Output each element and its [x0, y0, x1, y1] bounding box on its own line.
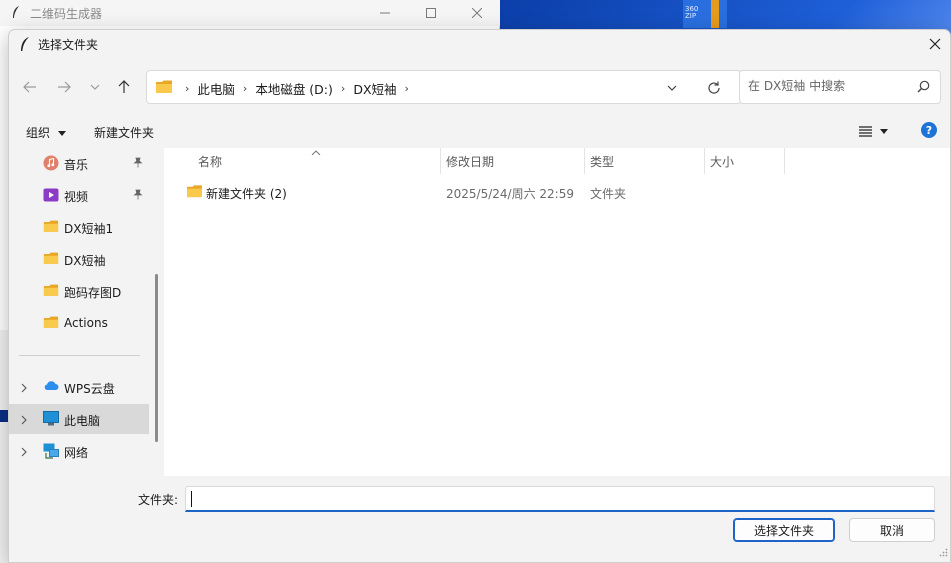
network-icon — [43, 443, 59, 459]
chevron-right-icon[interactable]: › — [181, 82, 193, 95]
breadcrumb-local-disk-d[interactable]: 本地磁盘 (D:) — [251, 79, 337, 98]
folder-field-label: 文件夹: — [138, 493, 179, 507]
folder-icon — [43, 251, 59, 267]
maximize-icon[interactable] — [408, 0, 454, 26]
search-input[interactable] — [748, 79, 908, 93]
nav-item-this-pc[interactable]: 此电脑 — [9, 404, 149, 434]
navigation-pane: 音乐 视频 DX短袖1 DX短袖 跑码存图D Actions WPS云盘 此电脑… — [9, 148, 159, 476]
search-box[interactable] — [739, 70, 941, 104]
column-divider[interactable] — [584, 148, 585, 174]
column-header-size[interactable]: 大小 — [710, 153, 734, 170]
caret-down-icon — [57, 131, 66, 136]
file-modified-date: 2025/5/24/周六 22:59 — [446, 187, 574, 201]
dialog-titlebar: 选择文件夹 — [9, 30, 950, 58]
chevron-right-icon[interactable] — [21, 414, 27, 428]
feather-app-icon — [11, 5, 21, 22]
nav-item-label: 音乐 — [64, 158, 89, 172]
forward-arrow-icon[interactable] — [53, 76, 75, 98]
folder-icon — [43, 219, 59, 235]
nav-item-wps-cloud[interactable]: WPS云盘 — [9, 372, 149, 402]
address-bar[interactable]: › 此电脑 › 本地磁盘 (D:) › DX短袖 › — [146, 70, 742, 104]
nav-item-label: 视频 — [64, 190, 89, 204]
search-icon[interactable] — [917, 80, 930, 96]
column-divider[interactable] — [784, 148, 785, 174]
text-caret — [191, 491, 192, 507]
computer-icon — [43, 411, 59, 427]
select-folder-button[interactable]: 选择文件夹 — [733, 518, 835, 542]
recent-locations-chevron-icon[interactable] — [84, 76, 106, 98]
up-arrow-icon[interactable] — [113, 76, 135, 98]
view-options-button[interactable] — [859, 123, 895, 139]
column-header-modified[interactable]: 修改日期 — [446, 153, 494, 170]
chevron-right-icon[interactable]: › — [239, 82, 251, 95]
nav-item-music[interactable]: 音乐 — [9, 148, 149, 178]
organize-button[interactable]: 组织 — [26, 124, 66, 141]
nav-divider — [19, 355, 140, 356]
cancel-button[interactable]: 取消 — [849, 518, 935, 542]
folder-name-input[interactable] — [190, 490, 920, 508]
nav-item-label: DX短袖1 — [64, 222, 114, 236]
pin-icon[interactable] — [133, 189, 143, 203]
minimize-icon[interactable] — [362, 0, 408, 26]
folder-icon — [186, 184, 203, 201]
parent-close-icon[interactable] — [454, 0, 500, 26]
refresh-icon[interactable] — [704, 79, 724, 97]
dialog-title: 选择文件夹 — [38, 38, 99, 52]
pin-icon[interactable] — [133, 157, 143, 171]
nav-item-network[interactable]: 网络 — [9, 436, 149, 466]
select-folder-dialog: 选择文件夹 › 此电脑 › 本地磁盘 (D:) › DX短袖 › 在 DX短袖 … — [8, 29, 951, 563]
file-name: 新建文件夹 (2) — [206, 187, 287, 201]
breadcrumb-this-pc[interactable]: 此电脑 — [193, 79, 239, 98]
folder-icon — [155, 79, 173, 97]
help-icon[interactable]: ? — [921, 122, 937, 138]
nav-item-label: 此电脑 — [64, 414, 101, 428]
resize-grip-icon[interactable] — [939, 546, 948, 560]
nav-item-videos[interactable]: 视频 — [9, 180, 149, 210]
folder-field[interactable] — [185, 486, 935, 512]
command-bar: 组织 新建文件夹 ? — [9, 114, 950, 148]
back-arrow-icon[interactable] — [19, 76, 41, 98]
chevron-right-icon[interactable]: › — [401, 82, 413, 95]
nav-item-paoma-folder[interactable]: 跑码存图D — [9, 276, 149, 306]
nav-scrollbar[interactable] — [155, 274, 158, 442]
zip-archive-icon[interactable]: 360 ZIP — [683, 0, 727, 28]
nav-item-label: WPS云盘 — [64, 382, 115, 396]
sort-ascending-icon — [311, 145, 321, 159]
new-folder-button[interactable]: 新建文件夹 — [94, 124, 154, 141]
nav-item-label: 网络 — [64, 446, 89, 460]
column-header-name[interactable]: 名称 — [198, 153, 222, 170]
breadcrumb: › 此电脑 › 本地磁盘 (D:) › DX短袖 › — [181, 79, 413, 98]
file-list: 名称 修改日期 类型 大小 新建文件夹 (2) 2025/5/24/周六 22:… — [164, 145, 950, 476]
chevron-down-icon[interactable] — [663, 80, 681, 96]
chevron-right-icon[interactable] — [21, 382, 27, 396]
chevron-right-icon[interactable]: › — [337, 82, 349, 95]
folder-icon — [43, 283, 59, 299]
nav-item-label: DX短袖 — [64, 254, 106, 268]
close-icon[interactable] — [920, 30, 950, 58]
folder-icon — [43, 315, 59, 331]
column-header-type[interactable]: 类型 — [590, 153, 614, 170]
file-type: 文件夹 — [590, 187, 627, 201]
organize-label: 组织 — [26, 126, 51, 140]
parent-window-title: 二维码生成器 — [30, 6, 103, 21]
nav-item-dx1-folder[interactable]: DX短袖1 — [9, 212, 149, 242]
caret-down-icon — [880, 128, 888, 134]
music-icon — [43, 155, 59, 171]
nav-item-actions-folder[interactable]: Actions — [9, 308, 149, 338]
breadcrumb-dx-folder[interactable]: DX短袖 — [349, 79, 400, 98]
feather-app-icon — [19, 36, 31, 55]
cloud-icon — [43, 379, 59, 395]
parent-titlebar: 二维码生成器 — [0, 0, 500, 26]
video-icon — [43, 187, 59, 203]
nav-item-dx-folder[interactable]: DX短袖 — [9, 244, 149, 274]
nav-item-label: Actions — [64, 316, 108, 330]
nav-item-label: 跑码存图D — [64, 286, 122, 300]
list-view-icon — [859, 125, 872, 137]
column-divider[interactable] — [440, 148, 441, 174]
column-divider[interactable] — [704, 148, 705, 174]
table-row[interactable]: 新建文件夹 (2) 2025/5/24/周六 22:59 文件夹 — [164, 177, 784, 207]
chevron-right-icon[interactable] — [21, 446, 27, 460]
